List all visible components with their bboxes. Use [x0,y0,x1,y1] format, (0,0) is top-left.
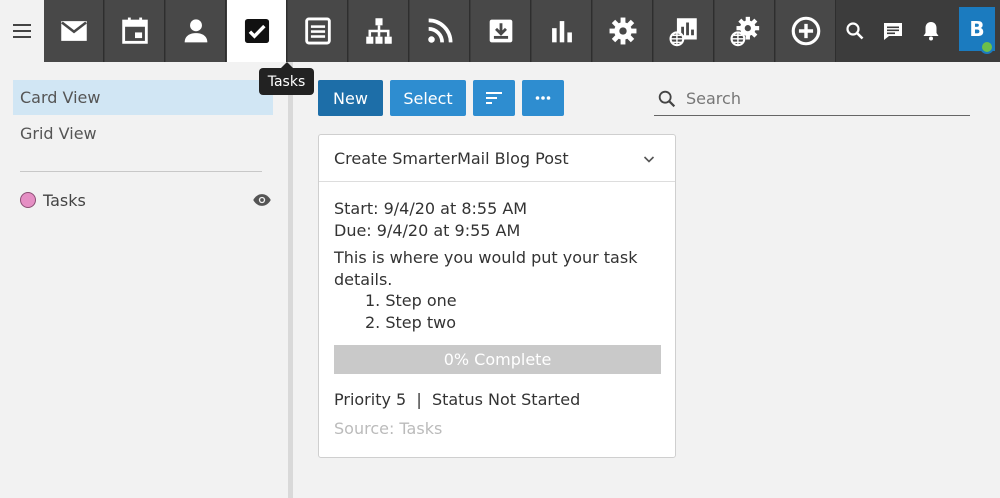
add-icon [791,16,820,46]
tab-reports[interactable] [532,0,592,62]
rss-icon [427,18,452,43]
search-icon [846,22,864,40]
tab-add[interactable] [776,0,836,62]
tab-sitemap[interactable] [349,0,409,62]
notifications-button[interactable] [914,14,948,48]
task-start: Start: 9/4/20 at 8:55 AM [334,199,528,218]
task-title: Create SmarterMail Blog Post [334,148,569,168]
tab-domain-reports[interactable] [654,0,714,62]
sidebar-divider [20,171,262,172]
avatar-letter: B [969,17,985,41]
sidebar-item-card-view[interactable]: Card View [13,80,273,115]
eye-icon[interactable] [252,190,272,210]
domain-reports-icon [668,18,697,47]
sidebar-item-label: Grid View [20,124,97,143]
tab-domain-settings[interactable] [715,0,775,62]
tab-download[interactable] [471,0,531,62]
sort-icon [486,92,502,104]
task-due: Due: 9/4/20 at 9:55 AM [334,221,521,240]
tab-calendar[interactable] [105,0,165,62]
task-details: This is where you would put your task [334,248,638,267]
calendar-icon [121,17,148,44]
progress-label: 0% Complete [443,350,552,369]
global-search-button[interactable] [838,14,872,48]
search-icon [658,90,676,107]
task-card-header[interactable]: Create SmarterMail Blog Post [319,135,675,182]
search-box [654,82,970,116]
tab-notes[interactable] [288,0,348,62]
task-card[interactable]: Create SmarterMail Blog Post Start: 9/4/… [318,134,676,458]
new-button[interactable]: New [318,80,383,116]
source-label: Tasks [43,190,86,210]
task-details-continued: details. [334,270,393,289]
reports-icon [551,21,572,43]
tasks-icon [244,18,269,44]
download-icon [489,19,512,43]
hamburger-icon [13,24,31,38]
sort-button[interactable] [473,80,515,116]
search-input[interactable] [686,89,956,108]
settings-icon [609,17,636,45]
task-priority-status: Priority 5 | Status Not Started [334,390,581,409]
domain-settings-icon [729,16,759,47]
tooltip: Tasks [259,62,314,95]
bell-icon [923,22,939,41]
sidebar-source-tasks[interactable]: Tasks [20,188,272,212]
sitemap-icon [365,18,392,44]
task-step: 2. Step two [365,313,457,332]
tooltip-text: Tasks [267,73,306,90]
more-options-button[interactable] [522,80,564,116]
task-source: Source: Tasks [334,419,443,438]
tab-tasks[interactable] [227,0,287,62]
notes-icon [304,17,331,45]
tab-rss[interactable] [410,0,470,62]
sidebar-resize-handle[interactable] [288,62,293,498]
sidebar-item-label: Card View [20,88,101,107]
tab-mail[interactable] [44,0,104,62]
tab-contacts[interactable] [166,0,226,62]
online-status-indicator [980,40,994,54]
chevron-down-icon[interactable] [641,151,657,167]
sidebar-item-grid-view[interactable]: Grid View [13,116,273,151]
mail-icon [60,21,87,41]
contacts-icon [184,19,207,43]
chat-button[interactable] [876,14,910,48]
task-step: 1. Step one [365,291,457,310]
menu-button[interactable] [0,0,44,62]
chat-icon [884,23,902,40]
more-horizontal-icon [535,96,551,100]
select-button[interactable]: Select [390,80,466,116]
source-color-dot [20,192,36,208]
task-progress-bar: 0% Complete [334,345,661,374]
tab-settings[interactable] [593,0,653,62]
